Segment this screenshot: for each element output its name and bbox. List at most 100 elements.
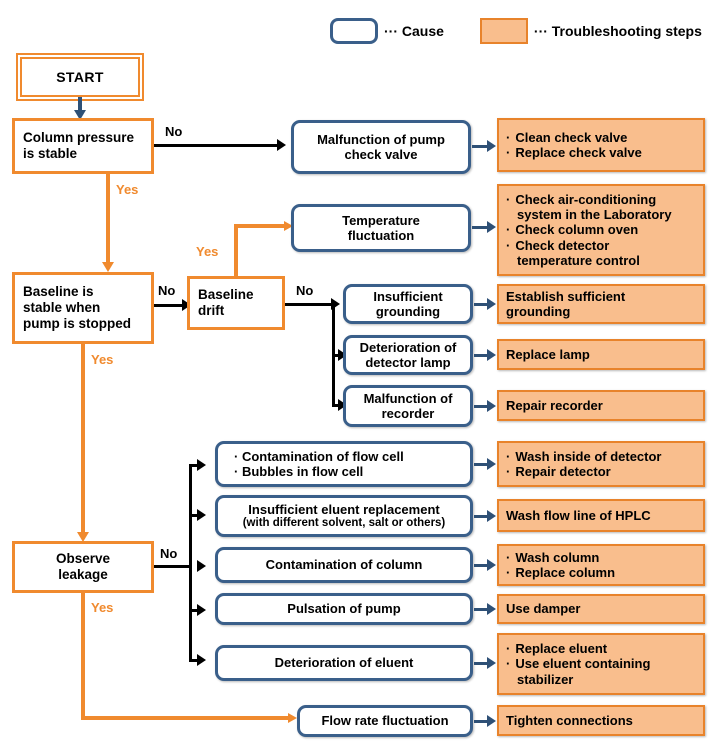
arrowhead-c8-to-s8 [487, 559, 496, 571]
decision-baseline-drift: Baseline drift [187, 276, 285, 330]
cause-pump-check-valve: Malfunction of pump check valve [291, 120, 471, 174]
arrowhead-d3-no-1 [331, 298, 340, 310]
cause-temperature-fluctuation-line2: fluctuation [347, 228, 415, 243]
arrowhead-d4-yes [288, 713, 297, 723]
connector-d4-no-spine [189, 464, 192, 662]
edge-label-d4-no: No [160, 546, 178, 561]
steps-column-item-1: Replace column [506, 565, 615, 580]
cause-pump-check-valve-line2: check valve [344, 147, 418, 162]
steps-grounding-item-0: Establish sufficient [506, 288, 626, 304]
cause-flow-rate-fluctuation-label: Flow rate fluctuation [321, 713, 449, 729]
edge-label-d2-no: No [158, 283, 176, 298]
decision-baseline-stable-line3: pump is stopped [23, 315, 131, 331]
start-label: START [56, 68, 104, 85]
decision-column-pressure-line1: Column pressure [23, 130, 135, 146]
cause-flow-cell-line1: · Contamination of flow cell [234, 448, 404, 464]
cause-flow-cell: · Contamination of flow cell · Bubbles i… [215, 441, 473, 487]
steps-connections: Tighten connections [497, 705, 705, 736]
cause-flow-rate-fluctuation: Flow rate fluctuation [297, 705, 473, 737]
cause-malfunction-recorder: Malfunction of recorder [343, 385, 473, 427]
steps-flow-line-item-0: Wash flow line of HPLC [506, 507, 651, 523]
legend: ··· Cause ··· Troubleshooting steps [330, 16, 716, 46]
steps-temperature-item-1: system in the Laboratory [517, 207, 672, 222]
cause-deterioration-eluent-label: Deterioration of eluent [274, 655, 414, 671]
connector-d4-yes-horz [81, 716, 291, 720]
arrowhead-c5-to-s5 [487, 400, 496, 412]
steps-grounding: Establish sufficient grounding [497, 284, 705, 324]
edge-label-d3-no: No [296, 283, 314, 298]
arrowhead-c1-to-s1 [487, 140, 496, 152]
steps-recorder-item-0: Repair recorder [506, 397, 603, 413]
steps-check-valve-item-1: Replace check valve [506, 145, 641, 160]
arrowhead-c11-to-s11 [487, 715, 496, 727]
cause-eluent-replacement-line2: (with different solvent, salt or others) [242, 516, 446, 529]
steps-eluent-item-1: Use eluent containing [506, 656, 650, 671]
arrowhead-d4-no-1 [197, 459, 206, 471]
steps-lamp: Replace lamp [497, 339, 705, 370]
steps-temperature-item-2: Check column oven [506, 222, 672, 237]
steps-temperature-item-3: Check detector [506, 238, 672, 253]
edge-label-d3-yes: Yes [196, 244, 219, 259]
connector-d3-no-stub [285, 303, 335, 306]
cause-insufficient-grounding: Insufficient grounding [343, 284, 473, 324]
edge-label-d2-yes: Yes [91, 352, 114, 367]
decision-observe-leakage-line2: leakage [58, 567, 108, 582]
arrowhead-c4-to-s4 [487, 349, 496, 361]
cause-flow-cell-line2: · Bubbles in flow cell [234, 464, 364, 479]
legend-steps-label: ··· Troubleshooting steps [533, 23, 702, 39]
connector-d3-yes-corner [234, 224, 238, 238]
cause-insufficient-grounding-line2: grounding [375, 304, 441, 319]
arrowhead-c2-to-s2 [487, 221, 496, 233]
arrowhead-c3-to-s3 [487, 298, 496, 310]
arrowhead-d4-no-3 [197, 560, 206, 572]
steps-eluent-item-2: stabilizer [517, 671, 574, 687]
steps-recorder: Repair recorder [497, 390, 705, 421]
decision-column-pressure-line2: is stable [23, 146, 78, 161]
edge-label-d1-no: No [165, 124, 183, 139]
cause-deterioration-eluent: Deterioration of eluent [215, 645, 473, 681]
arrowhead-d1-no [277, 139, 286, 151]
steps-temperature: Check air-conditioning system in the Lab… [497, 184, 705, 276]
steps-detector-item-1: Repair detector [506, 464, 662, 479]
steps-column-item-0: Wash column [506, 550, 615, 565]
cause-pump-check-valve-line1: Malfunction of pump [317, 131, 445, 147]
legend-cause-label: ··· Cause [384, 23, 444, 39]
arrowhead-c7-to-s7 [487, 510, 496, 522]
cause-malfunction-recorder-line1: Malfunction of [363, 390, 453, 406]
steps-eluent-item-0: Replace eluent [506, 641, 650, 656]
cause-contamination-column-label: Contamination of column [265, 557, 423, 573]
cause-detector-lamp: Deterioration of detector lamp [343, 335, 473, 375]
arrowhead-d1-yes [102, 262, 114, 272]
connector-d4-no-stub [154, 565, 192, 568]
decision-baseline-stable-line2: stable when [23, 300, 101, 316]
steps-temperature-item-0: Check air-conditioning [506, 192, 672, 207]
steps-connections-item-0: Tighten connections [506, 712, 633, 728]
steps-flow-line: Wash flow line of HPLC [497, 499, 705, 532]
arrowhead-c9-to-s9 [487, 603, 496, 615]
decision-baseline-drift-line1: Baseline [198, 287, 254, 303]
cause-detector-lamp-line1: Deterioration of [359, 339, 457, 355]
edge-label-d1-yes: Yes [116, 182, 139, 197]
cause-temperature-fluctuation: Temperature fluctuation [291, 204, 471, 252]
cause-pulsation-pump-label: Pulsation of pump [287, 601, 401, 617]
decision-column-pressure: Column pressure is stable [12, 118, 154, 174]
cause-pulsation-pump: Pulsation of pump [215, 593, 473, 625]
arrowhead-d4-no-5 [197, 654, 206, 666]
legend-steps-swatch [479, 18, 528, 44]
steps-temperature-item-4: temperature control [517, 252, 640, 268]
connector-d2-no [154, 304, 185, 307]
flowchart-canvas: ··· Cause ··· Troubleshooting steps STAR… [0, 0, 718, 756]
steps-detector-item-0: Wash inside of detector [506, 449, 661, 464]
cause-contamination-column: Contamination of column [215, 547, 473, 583]
arrowhead-c10-to-s10 [487, 657, 496, 669]
steps-check-valve: Clean check valve Replace check valve [497, 118, 705, 172]
connector-d3-yes-horz [234, 224, 286, 228]
decision-baseline-drift-line2: drift [198, 303, 225, 318]
decision-observe-leakage-line1: Observe [55, 551, 111, 567]
steps-eluent: Replace eluent Use eluent containing sta… [497, 633, 705, 695]
start-box: START [16, 53, 144, 101]
arrowhead-c6-to-s6 [487, 458, 496, 470]
arrowhead-d4-no-2 [197, 509, 206, 521]
steps-damper: Use damper [497, 594, 705, 624]
legend-cause-swatch [330, 18, 378, 44]
